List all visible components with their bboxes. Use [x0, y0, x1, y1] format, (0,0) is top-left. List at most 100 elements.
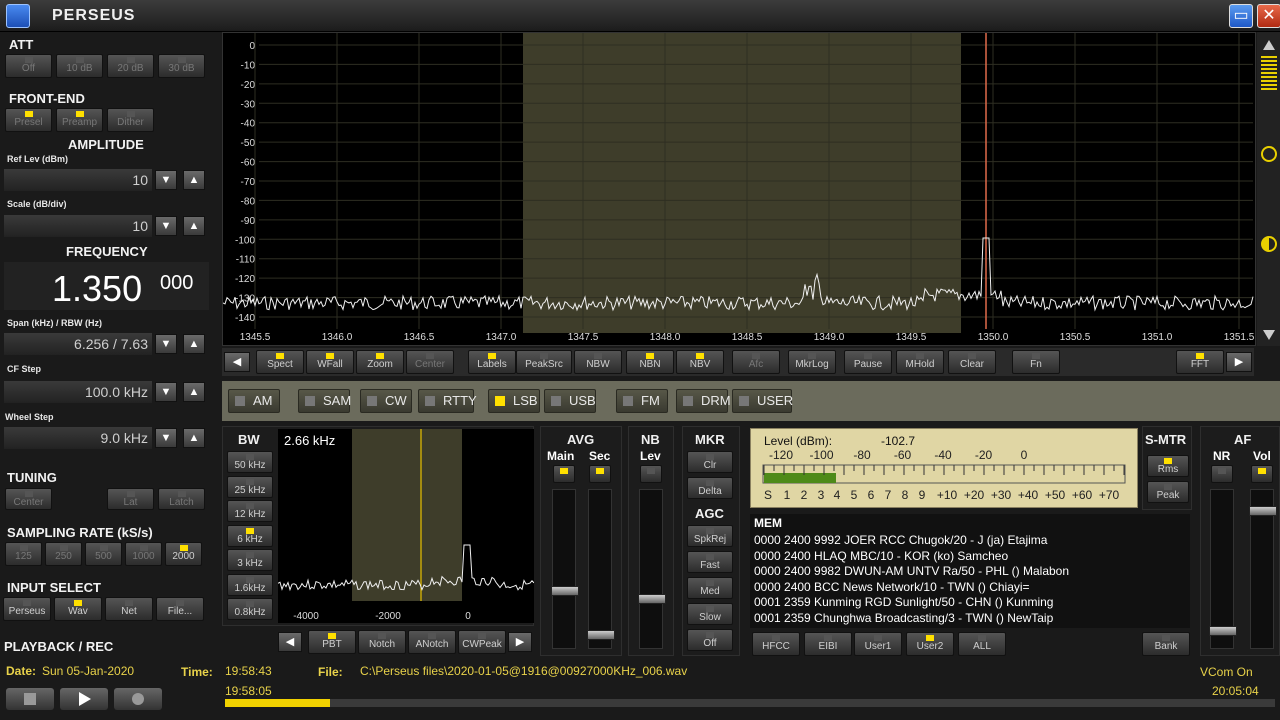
mem-bank-button[interactable]: Bank — [1142, 632, 1190, 656]
close-button[interactable]: ✕ — [1257, 4, 1280, 28]
filter-right-arrow[interactable]: ▶ — [508, 632, 532, 652]
stop-button[interactable] — [6, 688, 54, 710]
ref-level-value[interactable]: 10 — [4, 169, 152, 191]
filter-notch-button[interactable]: Notch — [358, 630, 406, 654]
speed-icon[interactable] — [1261, 56, 1277, 92]
frequency-display[interactable]: 1.350 000 — [4, 262, 209, 310]
nr-toggle[interactable] — [1211, 465, 1233, 483]
contrast-icon[interactable] — [1261, 236, 1277, 252]
toolbar-nbn-button[interactable]: NBN — [626, 350, 674, 374]
cf-step-value[interactable]: 100.0 kHz — [4, 381, 152, 403]
memory-row[interactable]: 0000 2400 HLAQ MBC/10 - KOR (ko) Samcheo — [754, 549, 1069, 565]
toolbar-peaksrc-button[interactable]: PeakSrc — [516, 350, 572, 374]
toolbar-mhold-button[interactable]: MHold — [896, 350, 944, 374]
sampling-500-button[interactable]: 500 — [85, 542, 122, 566]
agc-med-button[interactable]: Med — [687, 577, 733, 599]
mode-cw-button[interactable]: CW — [360, 389, 412, 413]
filter-cwpeak-button[interactable]: CWPeak — [458, 630, 506, 654]
att-off-button[interactable]: Off — [5, 54, 52, 78]
brightness-icon[interactable] — [1261, 146, 1277, 162]
minimize-button[interactable]: ▭ — [1229, 4, 1253, 28]
filter-anotch-button[interactable]: ANotch — [408, 630, 456, 654]
bw-1-6khz-button[interactable]: 1.6kHz — [227, 573, 273, 596]
input-perseus-button[interactable]: Perseus — [3, 597, 51, 621]
mode-drm-button[interactable]: DRM — [676, 389, 731, 413]
toolbar-clear-button[interactable]: Clear — [948, 350, 996, 374]
tuning-latch-button[interactable]: Latch — [158, 488, 205, 510]
mode-am-button[interactable]: AM — [228, 389, 280, 413]
avg-main-toggle[interactable] — [553, 465, 575, 483]
toolbar-labels-button[interactable]: Labels — [468, 350, 516, 374]
avg-sec-toggle[interactable] — [589, 465, 611, 483]
agc-spkrej-button[interactable]: SpkRej — [687, 525, 733, 547]
mode-user-button[interactable]: USER — [732, 389, 793, 413]
toolbar-left-arrow[interactable]: ◀ — [224, 352, 250, 372]
bw-50-khz-button[interactable]: 50 kHz — [227, 451, 273, 473]
avg-sec-slider[interactable] — [587, 489, 615, 649]
mem-user1-button[interactable]: User1 — [854, 632, 902, 656]
vol-toggle[interactable] — [1251, 465, 1273, 483]
sampling-1000-button[interactable]: 1000 — [125, 542, 162, 566]
toolbar-fn-button[interactable]: Fn — [1012, 350, 1060, 374]
sampling-2000-button[interactable]: 2000 — [165, 542, 202, 566]
wheel-step-value[interactable]: 9.0 kHz — [4, 427, 152, 449]
ref-level-up-button[interactable]: ▲ — [183, 170, 205, 190]
mode-fm-button[interactable]: FM — [616, 389, 668, 413]
nb-level-slider[interactable] — [638, 489, 666, 649]
cf-step-up-button[interactable]: ▲ — [183, 382, 205, 402]
cf-step-down-button[interactable]: ▼ — [155, 382, 177, 402]
toolbar-mkrlog-button[interactable]: MkrLog — [788, 350, 836, 374]
volume-slider[interactable] — [1249, 489, 1277, 649]
memory-row[interactable]: 0000 2400 9992 JOER RCC Chugok/20 - J (j… — [754, 533, 1069, 549]
ref-level-down-button[interactable]: ▼ — [155, 170, 177, 190]
toolbar-fft-button[interactable]: FFT — [1176, 350, 1224, 374]
smtr-rms-button[interactable]: Rms — [1147, 455, 1189, 477]
toolbar-zoom-button[interactable]: Zoom — [356, 350, 404, 374]
input-net-button[interactable]: Net — [105, 597, 153, 621]
avg-main-slider[interactable] — [551, 489, 579, 649]
scale-down-button[interactable]: ▼ — [155, 216, 177, 236]
mkr-clr-button[interactable]: Clr — [687, 451, 733, 473]
agc-slow-button[interactable]: Slow — [687, 603, 733, 625]
toolbar-pause-button[interactable]: Pause — [844, 350, 892, 374]
mode-usb-button[interactable]: USB — [544, 389, 596, 413]
toolbar-center-button[interactable]: Center — [406, 350, 454, 374]
app-logo-icon[interactable] — [6, 4, 30, 28]
nr-slider[interactable] — [1209, 489, 1237, 649]
mem-eibi-button[interactable]: EIBI — [804, 632, 852, 656]
mode-lsb-button[interactable]: LSB — [488, 389, 540, 413]
filter-left-arrow[interactable]: ◀ — [278, 632, 302, 652]
toolbar-afc-button[interactable]: Afc — [732, 350, 780, 374]
toolbar-right-arrow[interactable]: ▶ — [1226, 352, 1252, 372]
span-up-button[interactable]: ▲ — [183, 334, 205, 354]
filter-display[interactable]: 2.66 kHz -4000 -2000 0 — [277, 429, 535, 623]
bw-6-khz-button[interactable]: 6 kHz — [227, 524, 273, 547]
spectrum-display[interactable]: 0 -10 -20 -30 -40 -50 -60 -70 -80 -90 -100 -110 -120… — [222, 32, 1256, 346]
wheel-step-up-button[interactable]: ▲ — [183, 428, 205, 448]
toolbar-nbw-button[interactable]: NBW — [574, 350, 622, 374]
bw-12-khz-button[interactable]: 12 kHz — [227, 500, 273, 522]
toolbar-nbv-button[interactable]: NBV — [676, 350, 724, 374]
att-20-db-button[interactable]: 20 dB — [107, 54, 154, 78]
input-file-button[interactable]: File... — [156, 597, 204, 621]
mem-hfcc-button[interactable]: HFCC — [752, 632, 800, 656]
memory-row[interactable]: 0000 2400 BCC News Network/10 - TWN () C… — [754, 580, 1069, 596]
span-value[interactable]: 6.256 / 7.63 — [4, 333, 152, 355]
span-down-button[interactable]: ▼ — [155, 334, 177, 354]
toolbar-wfall-button[interactable]: WFall — [306, 350, 354, 374]
bw-3-khz-button[interactable]: 3 kHz — [227, 549, 273, 571]
tuning-center-button[interactable]: Center — [5, 488, 52, 510]
bw-25-khz-button[interactable]: 25 kHz — [227, 475, 273, 498]
scroll-down-icon[interactable] — [1263, 330, 1275, 340]
frontend-presel-button[interactable]: Presel — [5, 108, 52, 132]
tuning-lat-button[interactable]: Lat — [107, 488, 154, 510]
playback-progress[interactable] — [225, 699, 1275, 707]
smtr-peak-button[interactable]: Peak — [1147, 481, 1189, 503]
memory-row[interactable]: 0001 2359 Chunghwa Broadcasting/3 - TWN … — [754, 611, 1069, 627]
filter-pbt-button[interactable]: PBT — [308, 630, 356, 654]
input-wav-button[interactable]: Wav — [54, 597, 102, 621]
mode-sam-button[interactable]: SAM — [298, 389, 351, 413]
att-30-db-button[interactable]: 30 dB — [158, 54, 205, 78]
memory-row[interactable]: 0001 2359 Kunming RGD Sunlight/50 - CHN … — [754, 595, 1069, 611]
scroll-up-icon[interactable] — [1263, 40, 1275, 50]
